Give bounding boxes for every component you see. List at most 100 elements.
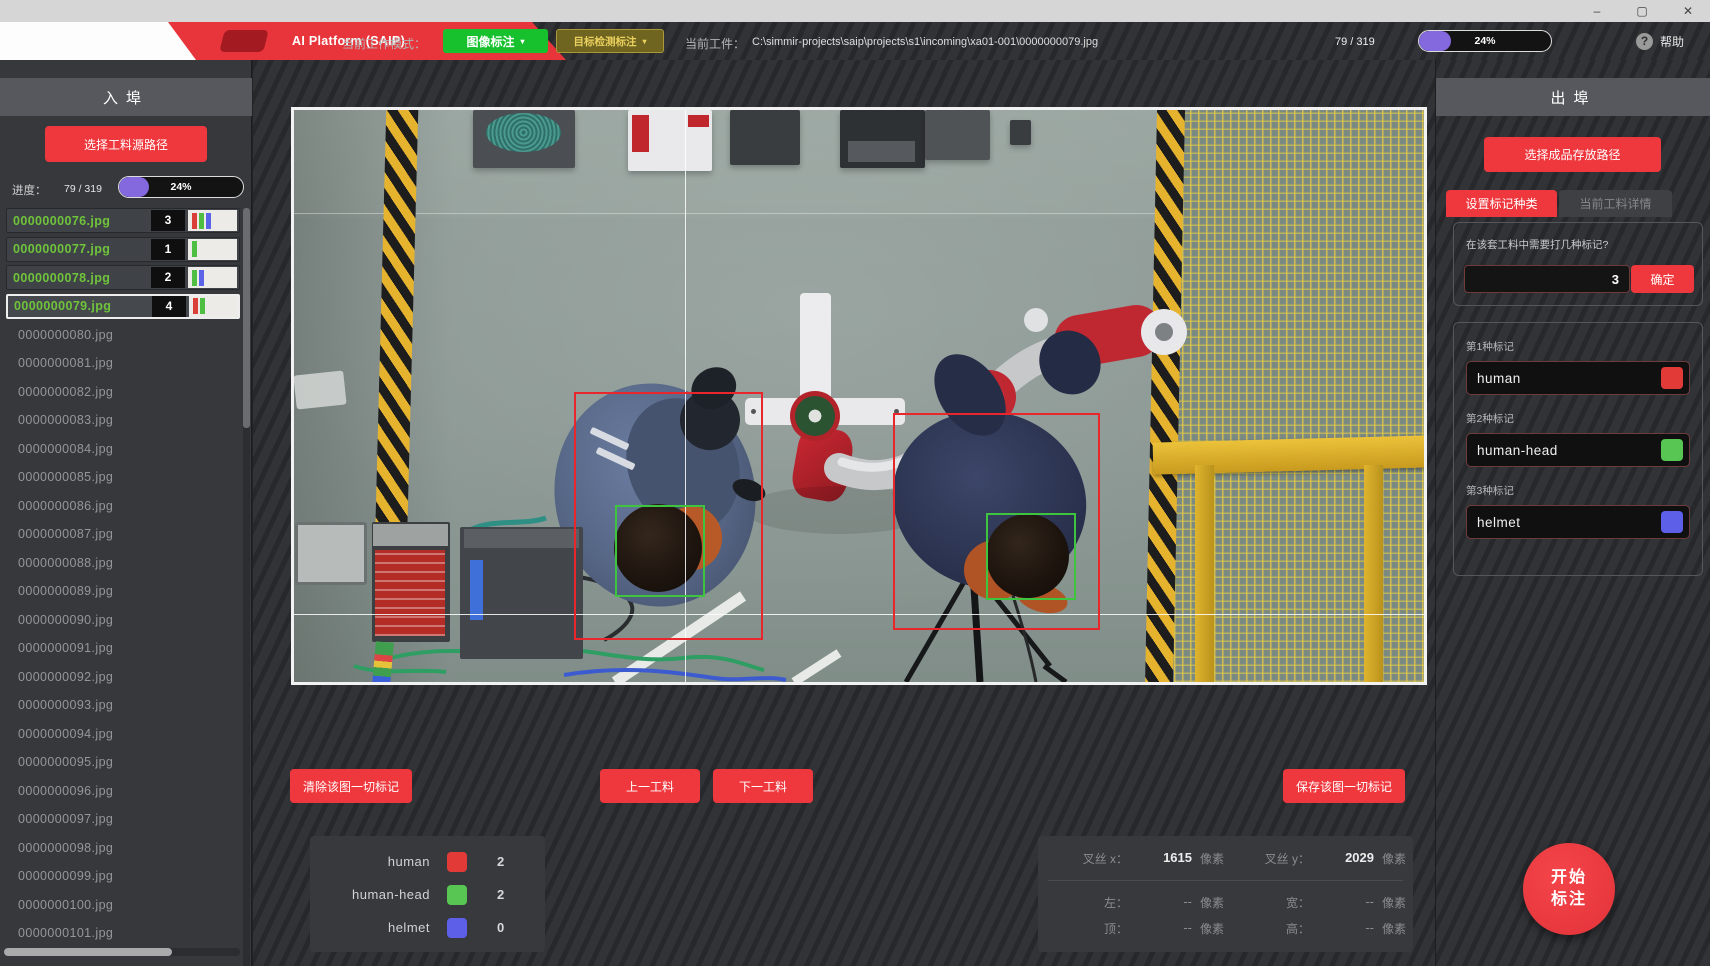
file-name: 0000000095.jpg <box>6 755 113 769</box>
legend-row: human 2 <box>310 845 545 878</box>
chevron-down-icon: ▾ <box>521 37 525 46</box>
list-item[interactable]: 0000000079.jpg 4 <box>6 294 240 319</box>
mark-name-value: human <box>1477 371 1661 386</box>
annotation-count-badge: 1 <box>151 239 185 260</box>
bounding-box[interactable] <box>615 505 705 597</box>
mark-name-input[interactable]: human-head <box>1466 433 1690 467</box>
list-item[interactable]: 0000000099.jpg <box>6 864 240 889</box>
progress-label: 进度： <box>12 182 47 198</box>
mark-name-input[interactable]: human <box>1466 361 1690 395</box>
file-name: 0000000076.jpg <box>7 214 110 228</box>
list-item[interactable]: 0000000095.jpg <box>6 750 240 775</box>
list-item[interactable]: 0000000091.jpg <box>6 636 240 661</box>
box-top-label: 顶： <box>1056 920 1134 937</box>
image-canvas[interactable] <box>291 107 1427 685</box>
mark-name-value: human-head <box>1477 443 1661 458</box>
annotation-workspace: 清除该图一切标记 上一工料 下一工料 保存该图一切标记 human 2 huma… <box>253 60 1435 966</box>
legend-row: human-head 2 <box>310 878 545 911</box>
mode-object-detection-label: 目标检测标注 <box>573 34 636 49</box>
help-button[interactable]: ? 帮助 <box>1636 33 1684 50</box>
class-color-bar <box>192 213 197 229</box>
header-progress-bar: 24% <box>1418 30 1552 52</box>
list-item[interactable]: 0000000096.jpg <box>6 778 240 803</box>
file-name: 0000000078.jpg <box>7 271 110 285</box>
select-source-path-button[interactable]: 选择工料源路径 <box>45 126 207 162</box>
coordinates-panel: 叉丝 x： 1615 像素 叉丝 y： 2029 像素 左： -- 像素 宽： … <box>1038 836 1413 952</box>
class-color-bar <box>192 270 197 286</box>
clear-annotations-button[interactable]: 清除该图一切标记 <box>290 769 412 803</box>
list-item[interactable]: 0000000090.jpg <box>6 607 240 632</box>
legend-color-swatch <box>447 885 467 905</box>
list-item[interactable]: 0000000078.jpg 2 <box>6 265 240 290</box>
mode-image-annotation-button[interactable]: 图像标注 ▾ <box>443 29 548 53</box>
list-item[interactable]: 0000000082.jpg <box>6 379 240 404</box>
pixel-unit: 像素 <box>1196 850 1246 867</box>
confirm-button[interactable]: 确定 <box>1631 265 1694 293</box>
list-item[interactable]: 0000000084.jpg <box>6 436 240 461</box>
list-item[interactable]: 0000000086.jpg <box>6 493 240 518</box>
window-maximize-icon[interactable]: ▢ <box>1634 3 1650 19</box>
chevron-down-icon: ▾ <box>642 37 646 46</box>
vertical-scrollbar-thumb[interactable] <box>243 208 250 428</box>
tab-set-mark-types[interactable]: 设置标记种类 <box>1446 190 1557 217</box>
start-annotation-button[interactable]: 开始 标注 <box>1523 843 1615 935</box>
mark-name-value: helmet <box>1477 515 1661 530</box>
list-item[interactable]: 0000000088.jpg <box>6 550 240 575</box>
file-name: 0000000093.jpg <box>6 698 113 712</box>
legend-color-swatch <box>447 918 467 938</box>
list-item[interactable]: 0000000076.jpg 3 <box>6 208 240 233</box>
window-titlebar: – ▢ ✕ <box>0 0 1710 22</box>
list-item[interactable]: 0000000089.jpg <box>6 579 240 604</box>
window-close-icon[interactable]: ✕ <box>1680 3 1696 19</box>
list-item[interactable]: 0000000087.jpg <box>6 522 240 547</box>
list-item[interactable]: 0000000098.jpg <box>6 835 240 860</box>
input-panel: 入埠 选择工料源路径 进度： 79 / 319 24% 0000000076.j… <box>0 60 252 966</box>
bounding-box[interactable] <box>986 513 1076 600</box>
mark-color-swatch[interactable] <box>1661 439 1683 461</box>
crosshair-x-label: 叉丝 x： <box>1056 850 1134 867</box>
next-image-button[interactable]: 下一工料 <box>713 769 813 803</box>
box-height-label: 高： <box>1246 920 1316 937</box>
file-name: 0000000091.jpg <box>6 641 113 655</box>
file-name: 0000000089.jpg <box>6 584 113 598</box>
select-output-path-button[interactable]: 选择成品存放路径 <box>1484 137 1661 172</box>
list-item[interactable]: 0000000100.jpg <box>6 892 240 917</box>
list-item[interactable]: 0000000085.jpg <box>6 465 240 490</box>
list-item[interactable]: 0000000093.jpg <box>6 693 240 718</box>
list-item[interactable]: 0000000077.jpg 1 <box>6 237 240 262</box>
list-item[interactable]: 0000000081.jpg <box>6 351 240 376</box>
mark-type-block: 第1种标记 human <box>1466 339 1690 395</box>
mark-name-input[interactable]: helmet <box>1466 505 1690 539</box>
mark-type-block: 第3种标记 helmet <box>1466 483 1690 539</box>
list-item[interactable]: 0000000080.jpg <box>6 322 240 347</box>
mark-color-swatch[interactable] <box>1661 511 1683 533</box>
horizontal-scrollbar[interactable] <box>4 948 240 956</box>
mode-object-detection-button[interactable]: 目标检测标注 ▾ <box>556 29 664 53</box>
window-minimize-icon[interactable]: – <box>1589 3 1605 19</box>
list-item[interactable]: 0000000092.jpg <box>6 664 240 689</box>
bounding-box-layer <box>294 110 1424 682</box>
tab-current-material-detail[interactable]: 当前工料详情 <box>1559 190 1672 217</box>
legend-color-swatch <box>447 852 467 872</box>
annotation-color-strip <box>188 267 237 288</box>
annotation-legend: human 2 human-head 2 helmet 0 <box>310 836 545 952</box>
list-item[interactable]: 0000000094.jpg <box>6 721 240 746</box>
box-width-label: 宽： <box>1246 894 1316 911</box>
divider <box>1048 880 1403 881</box>
vertical-scrollbar[interactable] <box>243 208 250 966</box>
box-height-value: -- <box>1316 920 1378 937</box>
class-color-bar <box>193 298 198 314</box>
mark-count-input[interactable]: 3 <box>1464 265 1630 293</box>
previous-image-button[interactable]: 上一工料 <box>600 769 700 803</box>
list-item[interactable]: 0000000097.jpg <box>6 807 240 832</box>
list-item[interactable]: 0000000101.jpg <box>6 921 240 946</box>
legend-label: human-head <box>310 887 430 902</box>
input-panel-title: 入埠 <box>0 78 252 116</box>
horizontal-scrollbar-thumb[interactable] <box>4 948 172 956</box>
file-name: 0000000080.jpg <box>6 328 113 342</box>
legend-count: 2 <box>497 854 504 869</box>
list-item[interactable]: 0000000083.jpg <box>6 408 240 433</box>
annotation-color-strip <box>188 210 237 231</box>
save-annotations-button[interactable]: 保存该图一切标记 <box>1283 769 1405 803</box>
mark-color-swatch[interactable] <box>1661 367 1683 389</box>
